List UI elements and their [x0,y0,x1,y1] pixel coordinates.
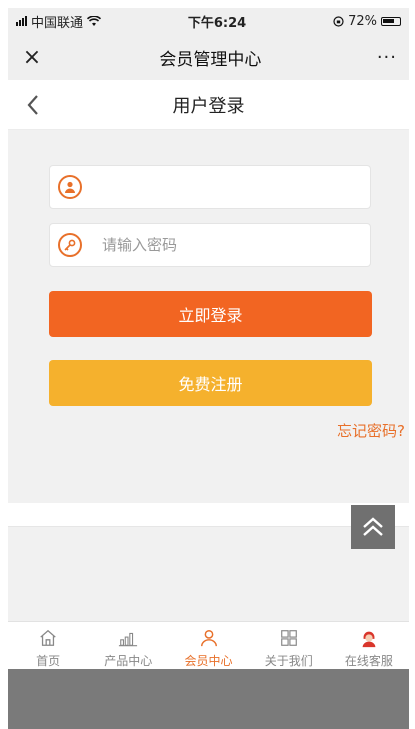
back-arrow-icon[interactable] [26,94,40,116]
tab-label: 关于我们 [264,654,313,668]
content-area [8,527,409,621]
bottom-tab-bar: 首页 产品中心 会员中心 关于我们 在线客服 [8,621,409,669]
signal-icon [16,16,27,26]
tab-home[interactable]: 首页 [8,622,88,669]
status-left: 中国联通 [16,12,102,31]
tab-products[interactable]: 产品中心 [88,622,168,669]
tab-label: 会员中心 [184,654,233,668]
username-input[interactable] [102,178,342,196]
login-button[interactable]: 立即登录 [49,291,372,337]
tab-online-service[interactable]: 在线客服 [329,622,409,669]
login-form: 立即登录 免费注册 忘记密码? [8,130,409,503]
close-icon[interactable]: × [20,45,44,70]
key-icon [58,233,82,257]
tab-about[interactable]: 关于我们 [249,622,329,669]
wifi-icon [87,15,102,26]
page-title: 用户登录 [172,95,245,117]
home-icon [40,629,56,646]
password-field[interactable] [49,223,371,267]
battery-icon [380,16,401,26]
tab-label: 首页 [36,654,61,668]
nav-bar: × 会员管理中心 ··· [8,34,409,80]
status-time: 下午6:24 [187,15,247,31]
carrier-name: 中国联通 [31,15,84,31]
forgot-password-link[interactable]: 忘记密码? [337,420,405,441]
page-header: 用户登录 [8,80,409,130]
divider-strip [8,503,409,527]
double-chevron-up-icon [363,517,383,536]
user-icon [58,175,82,199]
status-bar: 中国联通 下午6:24 72% [8,8,409,34]
more-icon[interactable]: ··· [377,47,397,68]
tab-label: 在线客服 [344,654,393,668]
grid-icon [280,630,297,646]
register-button[interactable]: 免费注册 [49,360,372,406]
service-agent-icon [362,631,376,648]
back-to-top-button[interactable] [351,505,395,549]
bar-chart-icon [119,632,138,647]
battery-percent: 72% [348,13,377,29]
nav-title: 会员管理中心 [159,49,262,70]
tab-label: 产品中心 [104,654,153,668]
tab-member-center[interactable]: 会员中心 [168,622,248,669]
password-input[interactable] [102,236,342,254]
bottom-overlay [8,669,409,729]
username-field[interactable] [49,165,371,209]
rotation-lock-icon [333,15,344,27]
user-icon [200,630,217,647]
status-right: 72% [333,14,401,29]
